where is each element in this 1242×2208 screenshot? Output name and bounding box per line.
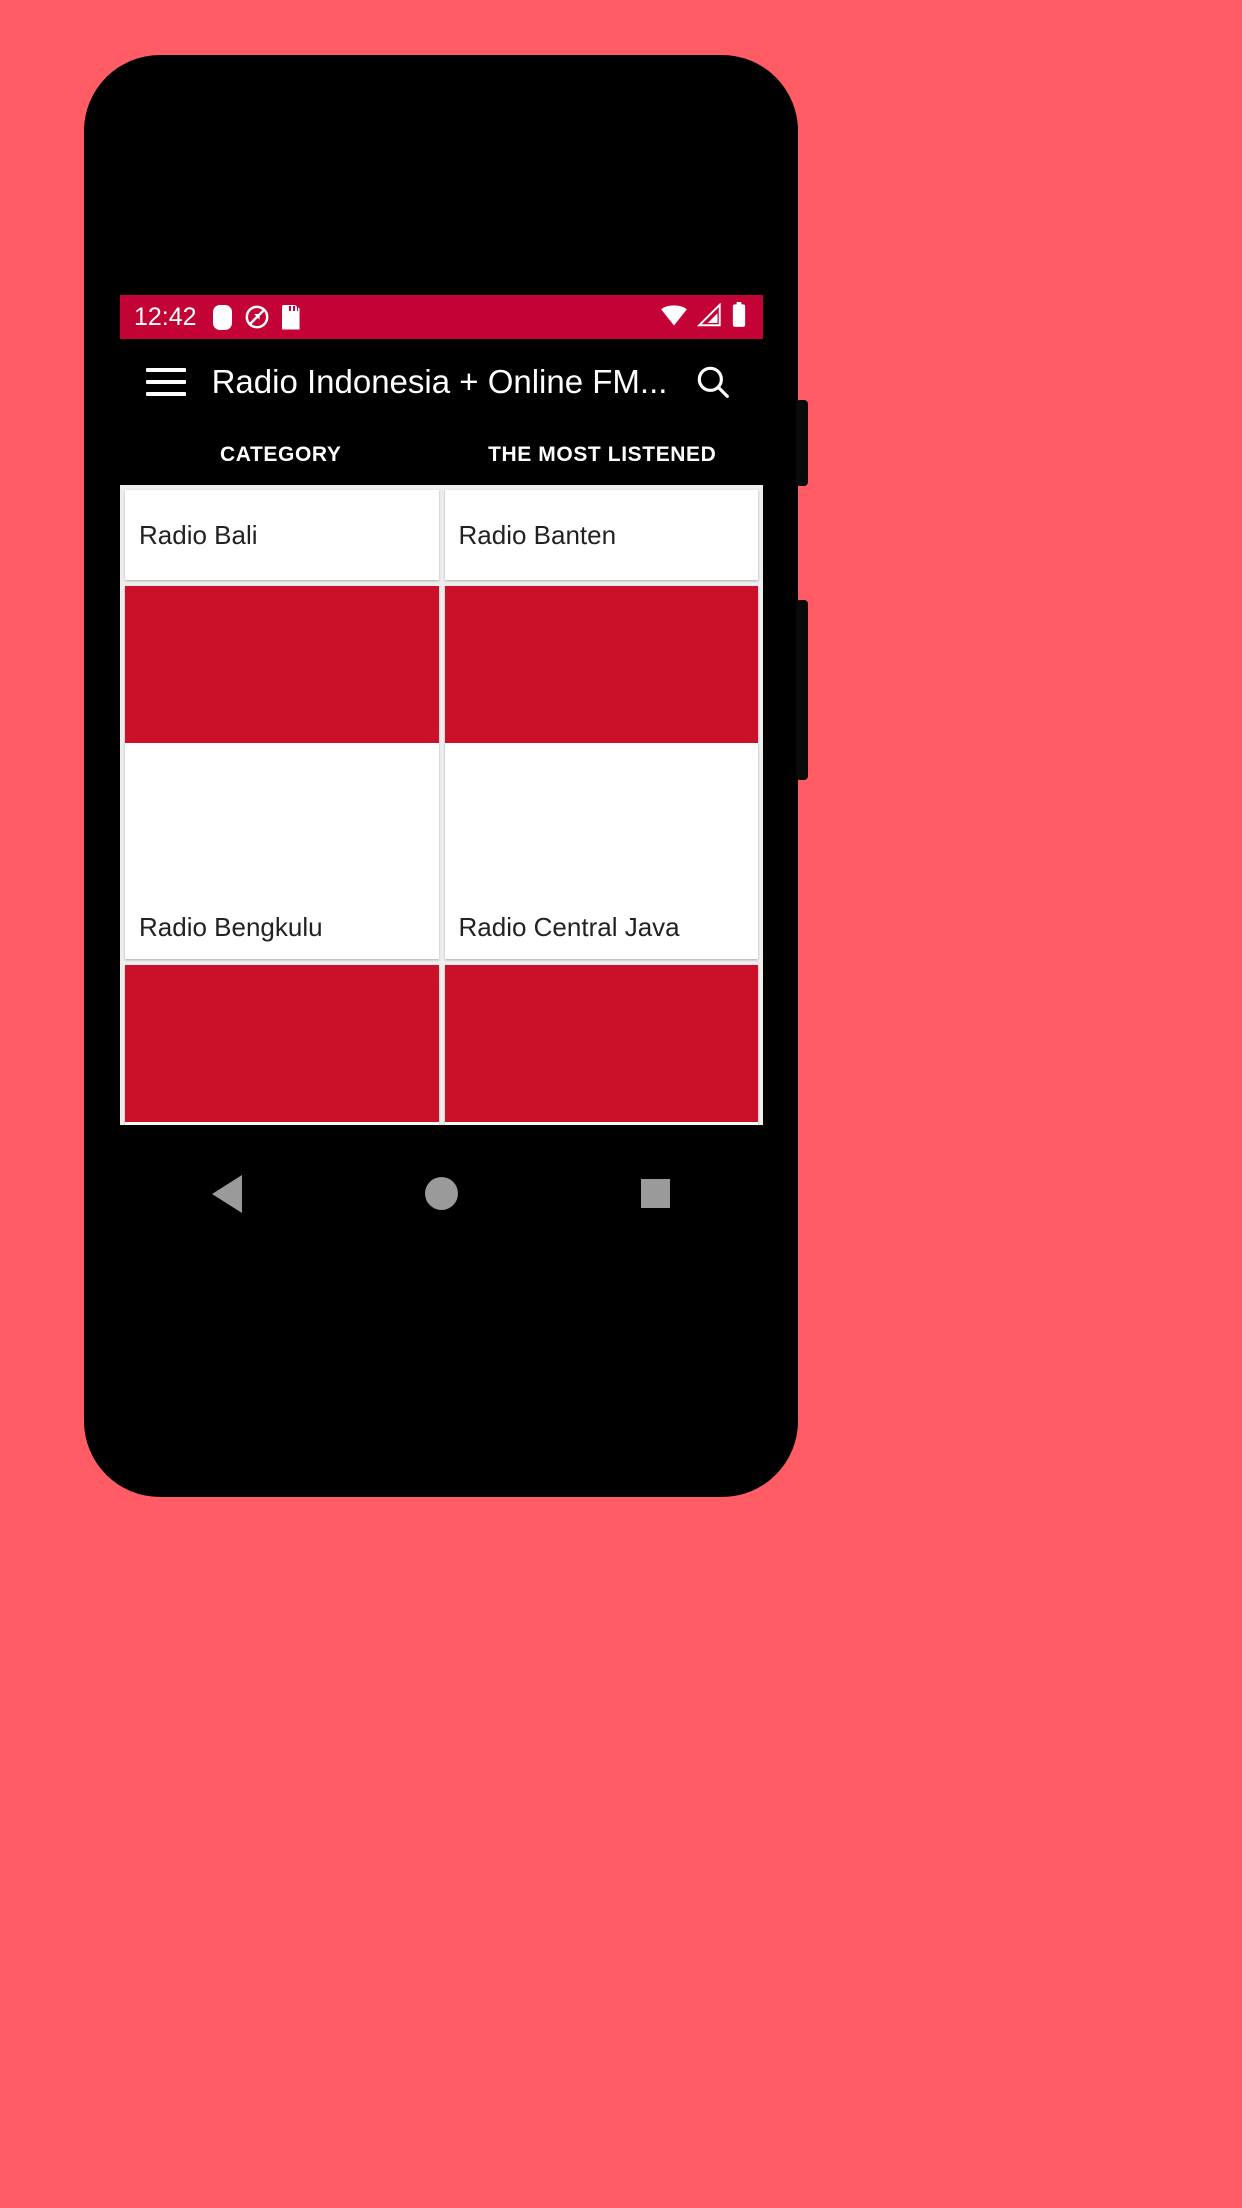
battery-icon xyxy=(731,301,747,333)
list-item[interactable]: Radio Central Java xyxy=(444,586,758,959)
station-name: Radio Bali xyxy=(139,519,258,550)
circle-home-icon xyxy=(424,1177,458,1210)
square-recents-icon xyxy=(641,1179,671,1208)
station-thumbnail xyxy=(125,965,439,1122)
rounded-rect-notification-icon xyxy=(212,304,232,330)
list-item[interactable]: Radio East Java xyxy=(444,965,758,1125)
page-title: Radio Indonesia + Online FM... xyxy=(211,363,668,400)
app-bar: Radio Indonesia + Online FM... xyxy=(120,339,763,425)
list-item[interactable]: Radio Bali xyxy=(125,490,439,580)
device-volume-button[interactable] xyxy=(796,600,808,780)
tab-the-most-listened[interactable]: THE MOST LISTENED xyxy=(442,425,764,485)
hamburger-menu-icon[interactable] xyxy=(146,360,190,404)
status-bar-right-group xyxy=(660,301,749,333)
status-bar-clock: 12:42 xyxy=(134,302,197,331)
tab-category[interactable]: CATEGORY xyxy=(120,425,442,485)
status-bar: 12:42 xyxy=(120,295,763,339)
sd-card-icon xyxy=(281,304,300,330)
station-grid: Radio Bali Radio Banten Radio Bengkulu R… xyxy=(122,487,761,1125)
search-icon[interactable] xyxy=(689,358,737,406)
station-name: Radio Banten xyxy=(458,519,617,550)
list-item[interactable]: Radio Banten xyxy=(444,490,758,580)
home-button[interactable] xyxy=(406,1159,476,1229)
mute-ring-icon xyxy=(244,304,270,330)
wifi-icon xyxy=(660,303,688,332)
status-bar-left-group: 12:42 xyxy=(134,304,312,330)
list-item[interactable]: Radio Bengkulu xyxy=(125,586,439,959)
station-grid-scroll-area[interactable]: Radio Bali Radio Banten Radio Bengkulu R… xyxy=(120,485,763,1125)
triangle-back-icon xyxy=(212,1174,243,1213)
recents-button[interactable] xyxy=(621,1159,691,1229)
tab-bar: CATEGORY THE MOST LISTENED xyxy=(120,425,763,485)
list-item[interactable]: Radio Dari Jakarta xyxy=(125,965,439,1125)
station-thumbnail xyxy=(444,965,758,1122)
phone-screen: 12:42 Radio Indonesia + Online FM... CAT… xyxy=(120,202,763,1262)
station-name: Radio Bengkulu xyxy=(139,912,323,942)
device-mute-button[interactable] xyxy=(796,400,808,486)
station-name: Radio Central Java xyxy=(458,912,680,942)
back-button[interactable] xyxy=(192,1159,262,1229)
cellular-signal-icon xyxy=(696,301,722,332)
system-navigation-bar xyxy=(120,1125,763,1262)
station-thumbnail xyxy=(444,586,758,743)
station-thumbnail xyxy=(125,586,439,743)
